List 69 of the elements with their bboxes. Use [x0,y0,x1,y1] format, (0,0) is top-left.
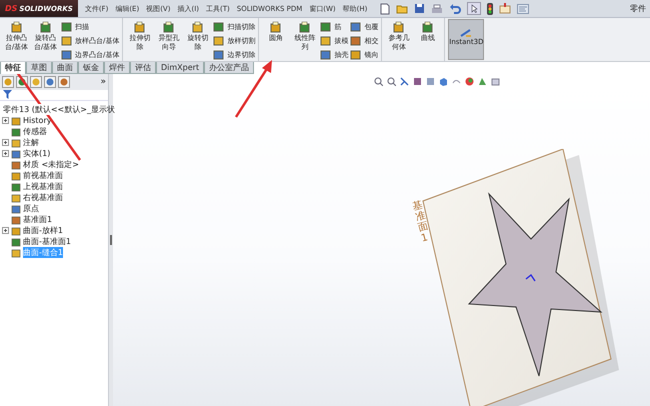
select-pointer-icon[interactable] [467,2,482,15]
tree-item[interactable]: 曲面-放样1 [23,225,63,236]
feature-icon [350,21,362,32]
tree-item[interactable]: 右视基准面 [23,192,63,203]
ribbon-tab[interactable]: 草图 [26,62,52,74]
feature-icon [350,35,362,46]
feature-icon [213,49,224,60]
ribbon-tab[interactable]: 特征 [0,62,26,74]
tree-item[interactable]: 前视基准面 [23,170,63,181]
zoom-area-icon[interactable] [387,77,396,86]
display-style-icon[interactable] [439,77,448,86]
feature-icon [298,21,312,34]
feature-icon [392,21,406,34]
tree-item[interactable]: 材质 <未指定> [23,159,79,170]
feature-icon [320,21,332,32]
traffic-light-icon[interactable] [487,2,494,14]
ribbon-tab[interactable]: 办公室产品 [204,62,254,74]
tree-item[interactable]: History [23,116,52,125]
tree-root-label[interactable]: 零件13 (默认<<默认>_显示状 [3,104,115,115]
ribbon-tab[interactable]: 焊件 [104,62,130,74]
feature-icon [162,21,176,34]
feature-icon [133,21,146,34]
expand-icon[interactable] [2,117,9,124]
instant3d-icon [460,28,472,38]
ribbon-tab[interactable]: 曲面 [52,62,78,74]
ribbon-tab[interactable]: 评估 [130,62,156,74]
panel-tab-icon[interactable] [30,76,42,88]
tree-item[interactable]: 原点 [23,203,39,214]
annotation-arrow [234,60,272,118]
expand-icon[interactable] [2,150,9,157]
tree-item[interactable]: 传感器 [23,126,47,137]
undo-icon[interactable] [449,4,462,14]
printer-icon[interactable] [431,4,444,14]
folder-icon[interactable] [396,4,408,14]
panel-tab-icon[interactable] [2,76,14,88]
splitter-handle[interactable] [110,235,112,245]
appearance-icon[interactable] [465,77,474,86]
ribbon-tab[interactable]: DimXpert [156,62,204,74]
tree-item[interactable]: 基准面1 [23,214,52,225]
expand-icon[interactable] [2,227,9,234]
expand-panel-button[interactable]: » [100,77,106,87]
feature-icon [213,35,224,46]
feature-icon [320,35,332,46]
plane-label: 基准面1 [411,199,431,245]
feature-icon [61,49,72,60]
tree-item[interactable]: 上视基准面 [23,181,63,192]
feature-icon [191,21,204,34]
feature-icon [320,49,332,60]
view-settings-icon[interactable] [491,77,500,86]
panel-tab-icon[interactable] [58,76,70,88]
feature-icon [39,21,52,34]
feature-icon [269,21,282,34]
feature-icon [61,21,72,32]
feature-icon [421,21,434,34]
feature-icon [350,49,362,60]
tree-item[interactable]: 曲面-基准面1 [23,236,71,247]
feature-icon [10,21,23,34]
window-icon[interactable] [517,4,530,14]
feature-icon [61,35,72,46]
ribbon-tab[interactable]: 钣金 [78,62,104,74]
panel-tab-icon[interactable] [44,76,56,88]
tree-item[interactable]: 注解 [23,137,39,148]
save-icon[interactable] [414,3,426,14]
tree-item[interactable]: 实体(1) [23,148,50,159]
document-title: 零件 [630,3,646,14]
feature-icon [213,21,224,32]
zoom-fit-icon[interactable] [374,77,383,86]
expand-icon[interactable] [2,139,9,146]
new-document-icon[interactable] [380,2,390,14]
